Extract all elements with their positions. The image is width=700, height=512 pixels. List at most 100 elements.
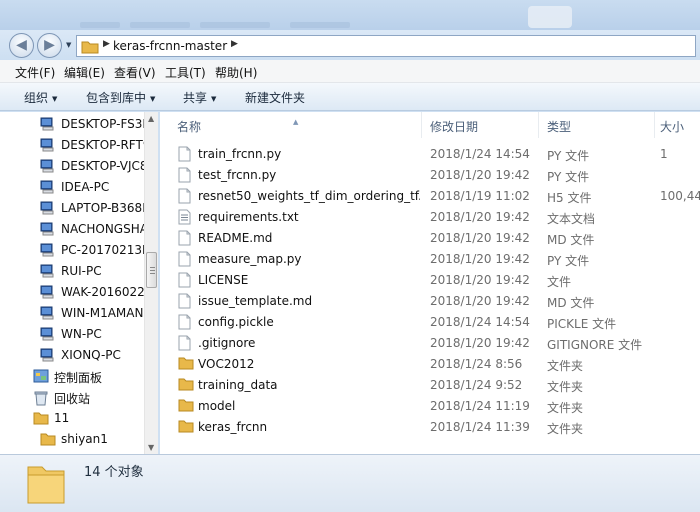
folder-icon [33,411,49,428]
file-list: 名称 ▲ 修改日期 类型 大小 train_frcnn.py 2018/1/24 … [160,112,700,454]
file-type: 文件夹 [547,359,584,373]
nav-tree-item-label: XIONQ-PC [61,348,121,362]
file-date: 2018/1/24 14:54 [430,315,530,329]
column-size-label: 大小 [660,120,685,134]
folder-icon [178,398,194,415]
column-header-date[interactable]: 修改日期 [422,112,539,138]
computer-icon [40,264,56,282]
file-type: MD 文件 [547,296,595,310]
forward-button[interactable]: ▶ [37,33,62,58]
computer-icon [40,306,56,324]
command-toolbar: 组织 ▼ 包含到库中 ▼ 共享 ▼ 新建文件夹 [0,83,700,111]
file-type: 文件夹 [547,401,584,415]
blurred-text [80,22,120,28]
file-date: 2018/1/20 19:42 [430,210,530,224]
nav-tree-item-label: DESKTOP-FS3I [61,117,144,131]
file-name: LICENSE [198,273,249,287]
navigation-pane: DESKTOP-FS3I DESKTOP-RFT9 DESKTOP-VJC8 IDEA… [0,112,144,454]
scrollbar-thumb[interactable] [146,252,157,288]
file-row[interactable]: LICENSE 2018/1/20 19:42 文件 [160,270,700,291]
computer-icon [40,159,56,177]
file-row[interactable]: resnet50_weights_tf_dim_ordering_tf... 20… [160,186,700,207]
file-row[interactable]: measure_map.py 2018/1/20 19:42 PY 文件 [160,249,700,270]
file-size: 100,44 [660,189,700,203]
file-date: 2018/1/20 19:42 [430,252,530,266]
file-icon [178,314,191,333]
file-size: 1 [660,147,668,161]
folder-row[interactable]: VOC2012 2018/1/24 8:56 文件夹 [160,354,700,375]
breadcrumb-current[interactable]: keras-frcnn-master [113,39,227,53]
new-folder-button[interactable]: 新建文件夹 [245,89,305,106]
file-type: 文件夹 [547,380,584,394]
menu-file[interactable]: 文件(F) [15,64,55,81]
organize-button[interactable]: 组织 ▼ [24,89,57,106]
file-row[interactable]: config.pickle 2018/1/24 14:54 PICKLE 文件 [160,312,700,333]
organize-label: 组织 [24,91,49,105]
folder-icon [178,356,194,373]
folder-icon [178,419,194,436]
folder-large-icon [27,466,65,504]
file-row[interactable]: .gitignore 2018/1/20 19:42 GITIGNORE 文件 [160,333,700,354]
file-name: test_frcnn.py [198,168,277,182]
dropdown-arrow-icon: ▼ [211,95,217,103]
file-type: H5 文件 [547,191,592,205]
column-header-size[interactable]: 大小 [655,112,700,138]
file-row[interactable]: README.md 2018/1/20 19:42 MD 文件 [160,228,700,249]
file-type: PY 文件 [547,170,590,184]
file-icon [178,230,191,249]
title-bar [0,0,700,30]
dropdown-arrow-icon: ▼ [150,95,156,103]
column-date-label: 修改日期 [430,120,479,134]
file-row[interactable]: requirements.txt 2018/1/20 19:42 文本文档 [160,207,700,228]
sort-arrow-icon: ▲ [293,118,299,126]
column-header-name[interactable]: 名称 ▲ [160,112,422,138]
menu-edit[interactable]: 编辑(E) [64,64,105,81]
breadcrumb-chevron-icon[interactable]: ▶ [231,39,238,49]
recent-pages-dropdown-icon[interactable]: ▼ [66,41,71,49]
nav-tree-item-label: PC-20170213K [61,243,144,257]
file-name: issue_template.md [198,294,313,308]
file-row[interactable]: test_frcnn.py 2018/1/20 19:42 PY 文件 [160,165,700,186]
include-in-library-button[interactable]: 包含到库中 ▼ [86,89,155,106]
folder-row[interactable]: model 2018/1/24 11:19 文件夹 [160,396,700,417]
item-count: 14 个对象 [84,465,144,480]
folder-icon [178,377,194,394]
folder-row[interactable]: keras_frcnn 2018/1/24 11:39 文件夹 [160,417,700,438]
share-button[interactable]: 共享 ▼ [183,89,216,106]
file-name: VOC2012 [198,357,255,371]
computer-icon [40,327,56,345]
folder-icon [40,432,56,449]
menu-tools[interactable]: 工具(T) [165,64,206,81]
nav-tree-item-label: 控制面板 [54,371,103,385]
file-row[interactable]: issue_template.md 2018/1/20 19:42 MD 文件 [160,291,700,312]
folder-row[interactable]: training_data 2018/1/24 9:52 文件夹 [160,375,700,396]
back-button[interactable]: ◀ [9,33,34,58]
scroll-up-icon[interactable]: ▲ [148,114,154,123]
scroll-down-icon[interactable]: ▼ [148,443,154,452]
file-icon [178,293,191,312]
file-type: MD 文件 [547,233,595,247]
recycle-bin-icon [33,390,49,409]
file-name: training_data [198,378,278,392]
file-row[interactable]: train_frcnn.py 2018/1/24 14:54 PY 文件 1 [160,144,700,165]
file-date: 2018/1/20 19:42 [430,168,530,182]
file-name: resnet50_weights_tf_dim_ordering_tf... [198,189,420,203]
navigation-scrollbar[interactable]: ▲ ▼ [144,112,158,454]
file-icon [178,335,191,354]
column-header-type[interactable]: 类型 [539,112,655,138]
menu-help[interactable]: 帮助(H) [215,64,257,81]
computer-icon [40,285,56,303]
nav-tree-item-label: LAPTOP-B368I [61,201,144,215]
nav-tree-item-label: 回收站 [54,392,91,406]
share-label: 共享 [183,91,208,105]
computer-icon [40,348,56,366]
file-type: 文件夹 [547,422,584,436]
computer-icon [40,138,56,156]
computer-icon [40,117,56,135]
breadcrumb-chevron-icon[interactable]: ▶ [103,39,110,49]
blurred-text [130,22,190,28]
address-bar[interactable]: ▶ keras-frcnn-master ▶ [76,35,696,57]
file-date: 2018/1/20 19:42 [430,294,530,308]
menu-view[interactable]: 查看(V) [114,64,156,81]
computer-icon [40,201,56,219]
